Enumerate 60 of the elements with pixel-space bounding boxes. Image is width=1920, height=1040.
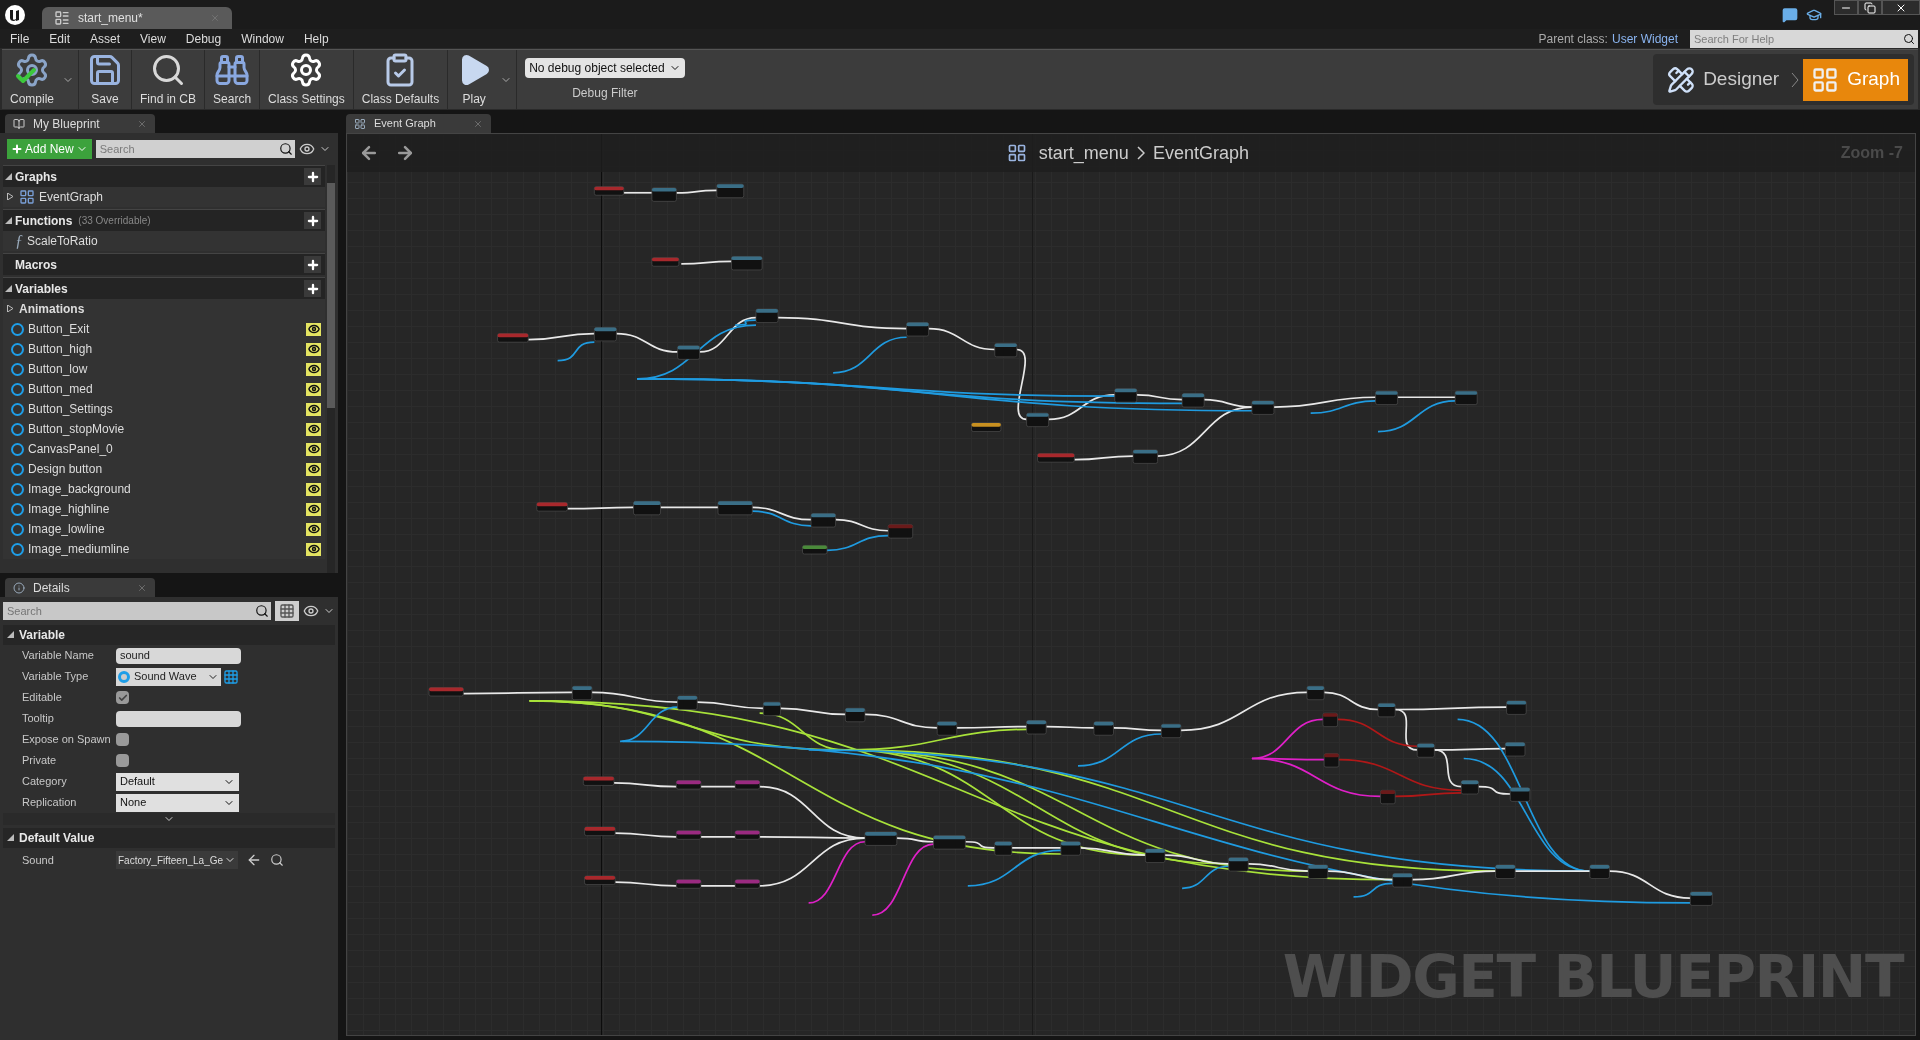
toolbar-button[interactable]: Class Settings [260, 50, 353, 109]
section-title[interactable]: Variables [15, 279, 68, 298]
section-title[interactable]: Functions [15, 211, 73, 230]
menu-item[interactable]: Window [241, 29, 284, 48]
parent-class-link[interactable]: User Widget [1611, 29, 1678, 48]
tree-item[interactable]: Button_low [28, 360, 88, 378]
property-label: Sound [21, 852, 55, 868]
dropdown[interactable]: Default [116, 772, 239, 791]
toolbar-button[interactable]: Search [205, 50, 260, 109]
menu-item[interactable]: Asset [90, 29, 121, 48]
property-label: Variable Name [21, 648, 95, 664]
toolbar-button[interactable]: Play [448, 50, 501, 109]
menu-item[interactable]: File [10, 29, 30, 48]
menu-item[interactable]: Edit [49, 29, 71, 48]
property-label: Category [21, 774, 68, 790]
tree-item[interactable]: ScaleToRatio [27, 232, 98, 250]
tab-label: Event Graph [374, 116, 437, 132]
tab-label: Details [33, 579, 71, 597]
dropdown[interactable]: None [116, 793, 239, 812]
asset-dropdown[interactable]: Factory_Fifteen_La_Ge [116, 851, 239, 869]
property-label: Tooltip [21, 711, 55, 727]
menu-item[interactable]: Debug [185, 29, 222, 48]
tree-item[interactable]: Button_med [28, 380, 93, 398]
toolbar-button[interactable]: Compile [2, 50, 62, 109]
section-title[interactable]: Macros [15, 255, 58, 274]
text-field[interactable]: sound [116, 647, 241, 664]
parent-class-label: Parent class: [1538, 30, 1608, 48]
tree-item[interactable]: EventGraph [39, 188, 104, 206]
breadcrumb-item[interactable]: start_menu [1038, 139, 1129, 167]
category-label[interactable]: Animations [19, 300, 85, 318]
function-icon: ƒ [15, 229, 23, 253]
menu-item[interactable]: Help [303, 29, 329, 48]
breadcrumb-item[interactable]: EventGraph [1152, 139, 1249, 167]
tab-label: My Blueprint [33, 115, 101, 133]
debug-object-dropdown[interactable]: No debug object selected [525, 57, 685, 78]
tree-item[interactable]: Button_Exit [28, 320, 90, 338]
property-label: Variable Type [21, 669, 90, 685]
property-label: Private [21, 753, 58, 769]
graph-tab[interactable]: Event Graph [346, 114, 491, 133]
search-field[interactable]: Search For Help [1690, 29, 1900, 48]
property-label: Replication [21, 795, 78, 811]
tab-label: start_menu* [78, 10, 144, 27]
toolbar-button[interactable]: Save [79, 50, 131, 109]
property-label: Editable [21, 690, 63, 706]
menu-item[interactable]: View [140, 29, 166, 48]
document-tab[interactable]: start_menu* [42, 7, 232, 29]
debug-filter-label: Debug Filter [572, 84, 638, 102]
section-note: (33 Overridable) [78, 214, 151, 228]
type-dropdown[interactable]: Sound Wave [116, 667, 221, 686]
property-label: Expose on Spawn [21, 732, 112, 748]
panel-tab[interactable]: My Blueprint [5, 114, 155, 133]
toolbar-button[interactable]: Class Defaults [353, 50, 448, 109]
mode-button[interactable]: Designer [1659, 58, 1788, 101]
section-title[interactable]: Variable [19, 626, 66, 644]
search-field[interactable]: Search [95, 140, 277, 158]
search-field[interactable]: Search [3, 602, 253, 620]
toolbar-button[interactable]: Find in CB [132, 50, 205, 109]
panel-tab[interactable]: Details [5, 578, 155, 597]
section-title[interactable]: Graphs [15, 167, 57, 186]
tree-item[interactable]: Button_high [28, 340, 93, 358]
